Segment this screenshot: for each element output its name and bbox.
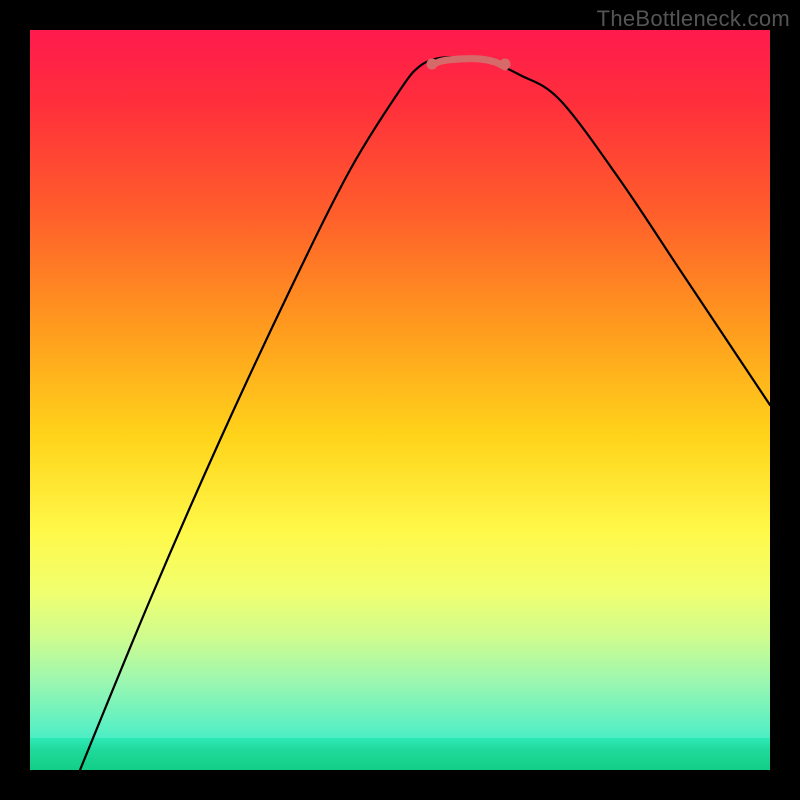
watermark-text: TheBottleneck.com <box>597 6 790 32</box>
flat-end-marker <box>500 59 511 70</box>
bottleneck-curve <box>30 30 770 770</box>
curve-path <box>80 57 770 770</box>
chart-frame <box>30 30 770 770</box>
flat-segment-path <box>432 59 505 67</box>
flat-start-marker <box>427 59 438 70</box>
